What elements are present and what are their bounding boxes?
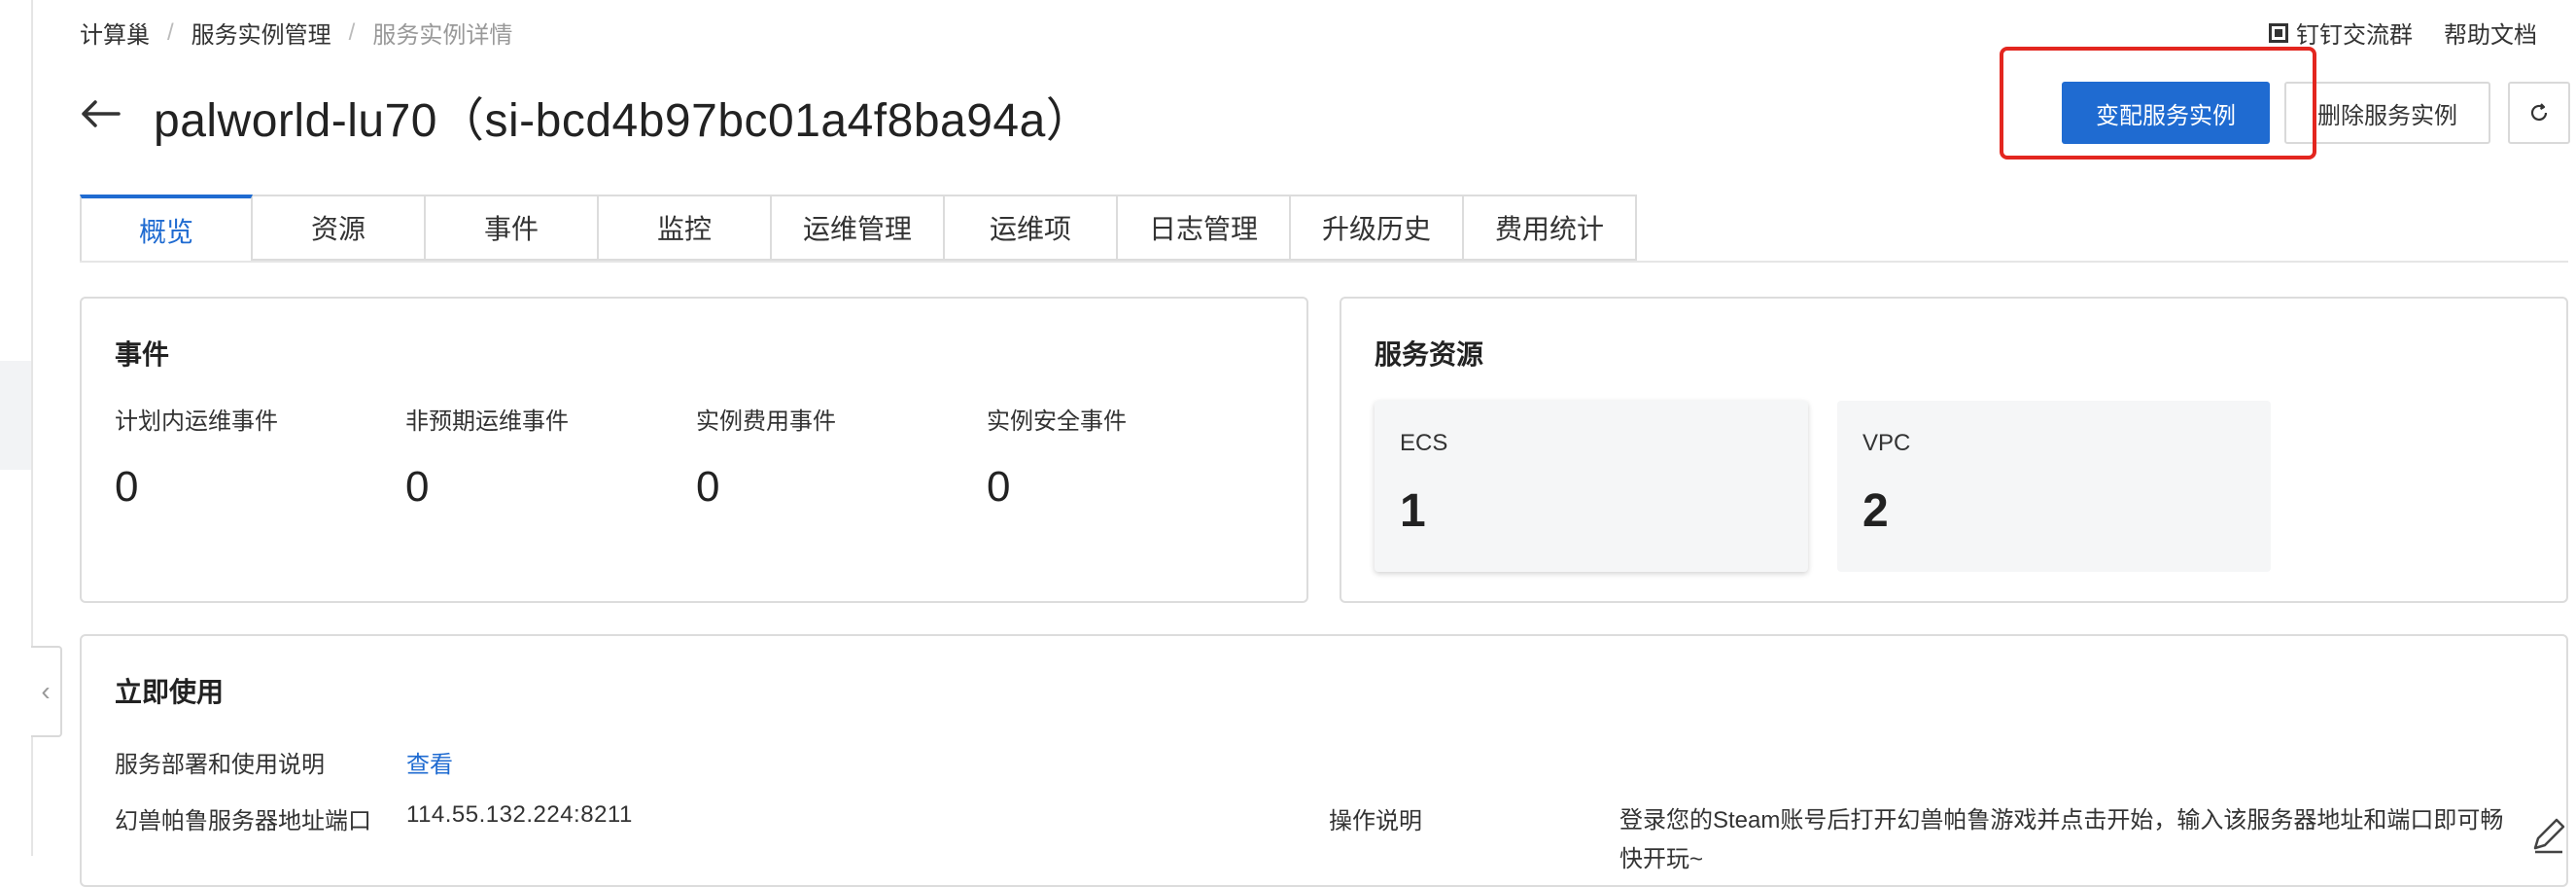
qr-code-icon xyxy=(2269,22,2288,43)
highlight-box xyxy=(2000,47,2316,160)
back-button[interactable] xyxy=(80,91,124,136)
deploy-view-link[interactable]: 查看 xyxy=(406,745,453,779)
help-link[interactable]: 帮助文档 xyxy=(2444,16,2537,50)
breadcrumb-item[interactable]: 计算巢 xyxy=(80,16,150,50)
operation-description: 登录您的Steam账号后打开幻兽帕鲁游戏并点击开始，输入该服务器地址和端口即可畅… xyxy=(1619,807,2504,872)
event-label: 非预期运维事件 xyxy=(405,408,569,435)
page-title: palworld-lu70（si-bcd4b97bc01a4f8ba94a） xyxy=(154,95,1094,147)
resources-title: 服务资源 xyxy=(1375,339,1484,370)
tab-cost-stats[interactable]: 费用统计 xyxy=(1464,195,1637,261)
refresh-button[interactable] xyxy=(2508,82,2570,144)
operation-label: 操作说明 xyxy=(1329,808,1422,834)
event-label: 实例费用事件 xyxy=(696,408,836,435)
event-stat[interactable]: 实例安全事件 0 xyxy=(987,402,1127,512)
tab-logs[interactable]: 日志管理 xyxy=(1118,195,1291,261)
edit-icon-graphic xyxy=(2533,818,2565,854)
resource-name: VPC xyxy=(1862,430,1911,456)
breadcrumb-current: 服务实例详情 xyxy=(372,22,513,49)
server-address-value: 114.55.132.224:8211 xyxy=(406,801,633,828)
event-value: 0 xyxy=(405,463,430,511)
resources-card: 服务资源 ECS 1 VPC 2 xyxy=(1340,297,2568,603)
tab-ops-items[interactable]: 运维项 xyxy=(945,195,1118,261)
server-address-label: 幻兽帕鲁服务器地址端口 xyxy=(115,808,371,834)
resource-count: 2 xyxy=(1862,485,1889,537)
resource-count: 1 xyxy=(1400,485,1426,537)
rail-active-item[interactable] xyxy=(0,361,31,470)
tab-upgrade-history[interactable]: 升级历史 xyxy=(1291,195,1464,261)
event-stat[interactable]: 实例费用事件 0 xyxy=(696,402,836,512)
deploy-label: 服务部署和使用说明 xyxy=(115,752,325,778)
chevron-left-icon: ‹ xyxy=(41,676,51,706)
event-value: 0 xyxy=(115,463,139,511)
dingtalk-label: 钉钉交流群 xyxy=(2296,22,2413,49)
quick-use-title: 立即使用 xyxy=(115,677,225,707)
back-arrow-icon xyxy=(82,100,121,127)
dingtalk-link[interactable]: 钉钉交流群 xyxy=(2269,16,2413,50)
resource-tile-ecs[interactable]: ECS 1 xyxy=(1375,401,1808,572)
events-card: 事件 计划内运维事件 0 非预期运维事件 0 实例费用事件 0 实例安全事件 0 xyxy=(80,297,1308,603)
tabs-divider xyxy=(80,261,2568,263)
breadcrumb-separator: / xyxy=(167,18,174,46)
tab-monitoring[interactable]: 监控 xyxy=(599,195,772,261)
tab-ops-management[interactable]: 运维管理 xyxy=(772,195,945,261)
breadcrumb-item[interactable]: 服务实例管理 xyxy=(191,16,331,50)
edit-icon[interactable] xyxy=(2527,813,2570,856)
resource-tile-vpc[interactable]: VPC 2 xyxy=(1837,401,2271,572)
tab-bar: 概览 资源 事件 监控 运维管理 运维项 日志管理 升级历史 费用统计 xyxy=(80,195,1637,263)
tab-events[interactable]: 事件 xyxy=(426,195,599,261)
event-label: 实例安全事件 xyxy=(987,408,1127,435)
tab-overview[interactable]: 概览 xyxy=(80,195,253,263)
event-label: 计划内运维事件 xyxy=(115,408,278,435)
refresh-icon xyxy=(2530,103,2548,122)
quick-use-card: 立即使用 服务部署和使用说明 查看 幻兽帕鲁服务器地址端口 114.55.132… xyxy=(80,634,2568,887)
event-stat[interactable]: 非预期运维事件 0 xyxy=(405,402,569,512)
events-title: 事件 xyxy=(115,339,170,370)
tab-resources[interactable]: 资源 xyxy=(253,195,426,261)
event-stat[interactable]: 计划内运维事件 0 xyxy=(115,402,278,512)
event-value: 0 xyxy=(987,463,1011,511)
breadcrumb-separator: / xyxy=(348,18,356,46)
collapse-sidebar-button[interactable]: ‹ xyxy=(31,646,62,737)
event-value: 0 xyxy=(696,463,720,511)
resource-name: ECS xyxy=(1400,430,1448,456)
top-links: 钉钉交流群 帮助文档 xyxy=(2269,16,2537,50)
breadcrumb: 计算巢 / 服务实例管理 / 服务实例详情 xyxy=(80,16,512,50)
